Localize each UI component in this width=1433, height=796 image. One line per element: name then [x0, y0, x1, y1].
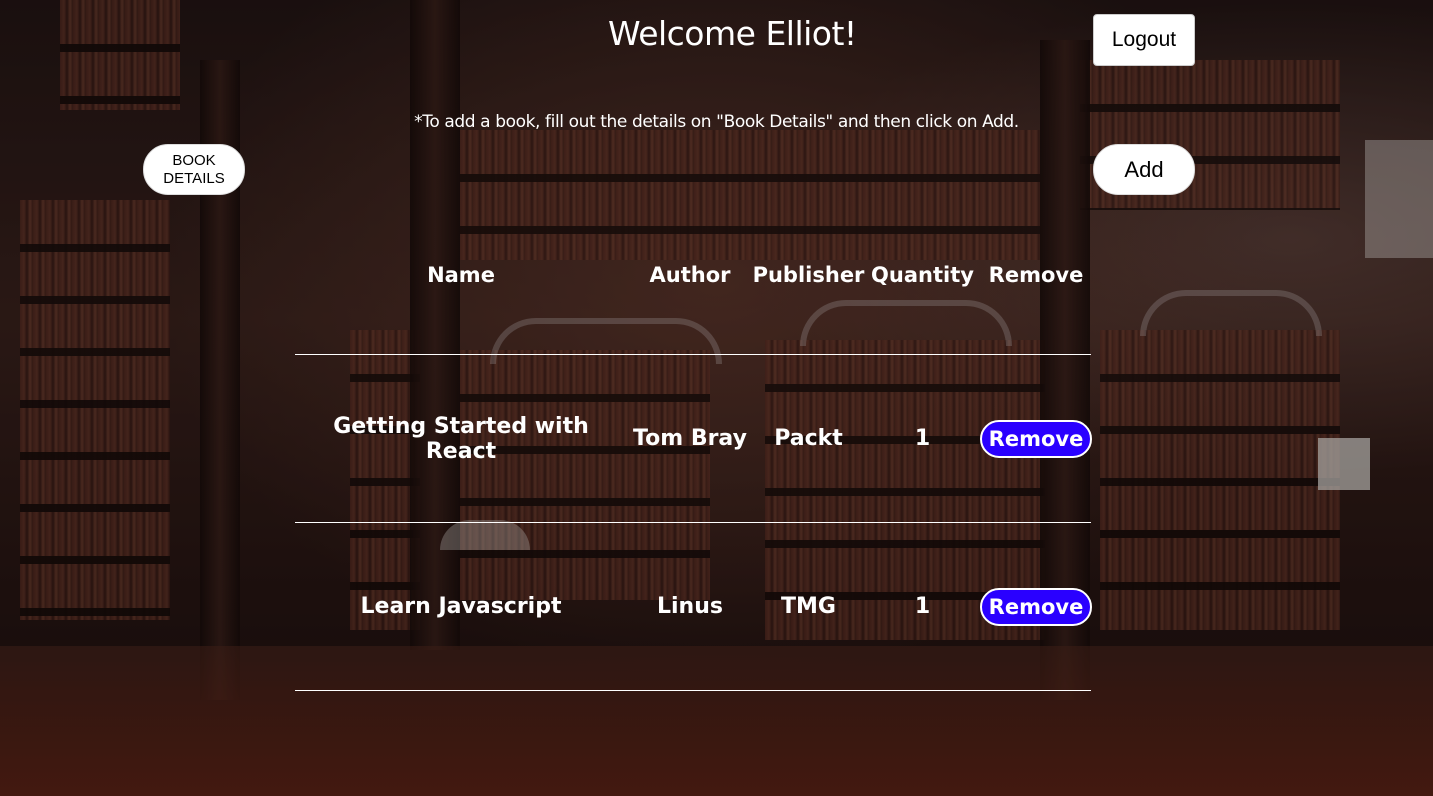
column-header-publisher: Publisher: [752, 263, 865, 287]
remove-cell: Remove: [979, 355, 1093, 522]
books-table: Name Author Publisher Quantity Remove Ge…: [295, 250, 1093, 691]
book-quantity: 1: [914, 594, 931, 619]
book-author: Tom Bray: [633, 426, 747, 451]
logout-button[interactable]: Logout: [1093, 14, 1195, 66]
book-quantity: 1: [914, 426, 931, 451]
remove-cell: Remove: [979, 523, 1093, 690]
column-header-remove: Remove: [988, 263, 1084, 287]
book-name: Learn Javascript: [360, 594, 562, 619]
table-header: Name Author Publisher Quantity Remove: [295, 250, 1091, 300]
table-row: Learn Javascript Linus TMG 1 Remove: [295, 523, 1093, 690]
book-publisher: Packt: [774, 426, 843, 451]
welcome-heading: Welcome Elliot!: [608, 14, 857, 53]
row-divider: [295, 690, 1091, 691]
book-publisher: TMG: [781, 594, 836, 619]
book-name: Getting Started with React: [333, 413, 589, 464]
remove-button[interactable]: Remove: [979, 419, 1093, 458]
book-details-button[interactable]: BOOK DETAILS: [143, 144, 245, 195]
remove-button[interactable]: Remove: [979, 587, 1093, 626]
column-header-quantity: Quantity: [871, 263, 974, 287]
column-header-author: Author: [649, 263, 731, 287]
book-author: Linus: [657, 594, 723, 619]
column-header-name: Name: [427, 263, 495, 287]
table-row: Getting Started with React Tom Bray Pack…: [295, 355, 1093, 522]
add-button[interactable]: Add: [1093, 144, 1195, 195]
add-book-hint: *To add a book, fill out the details on …: [414, 112, 1019, 132]
